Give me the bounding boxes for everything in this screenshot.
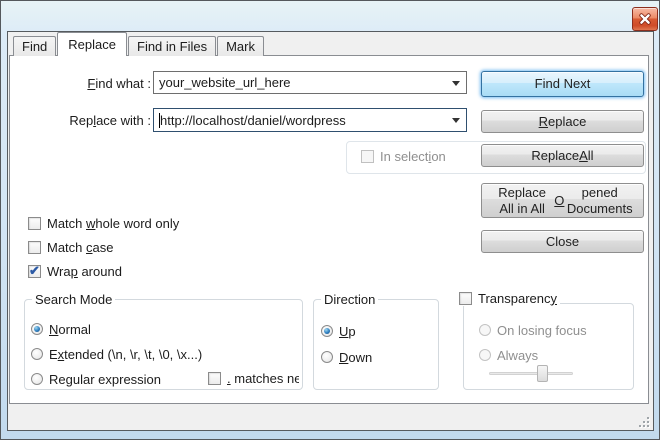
in-selection-checkbox xyxy=(361,150,374,163)
match-whole-word-label: Match whole word only xyxy=(47,216,179,231)
dropdown-arrow-icon[interactable] xyxy=(452,118,460,123)
find-what-combobox[interactable]: your_website_url_here xyxy=(153,71,467,94)
replace-all-button[interactable]: Replace All xyxy=(481,144,644,167)
match-whole-word-row: Match whole word only xyxy=(28,215,179,231)
tab-mark[interactable]: Mark xyxy=(217,36,264,56)
always-radio xyxy=(479,349,491,361)
dropdown-arrow-icon[interactable] xyxy=(452,81,460,86)
close-button[interactable] xyxy=(632,7,658,31)
extended-label: Extended (\n, \r, \t, \0, \x...) xyxy=(49,347,202,362)
wrap-around-row: Wrap around xyxy=(28,263,122,279)
slider-track xyxy=(489,372,573,375)
match-case-row: Match case xyxy=(28,239,113,255)
tab-find[interactable]: Find xyxy=(13,36,56,56)
tab-replace[interactable]: Replace xyxy=(57,32,127,56)
on-losing-focus-radio xyxy=(479,324,491,336)
regex-label: Regular expression xyxy=(49,372,161,387)
replace-button[interactable]: Replace xyxy=(481,110,644,133)
replace-with-combobox[interactable]: http://localhost/daniel/wordpress xyxy=(153,108,467,132)
dot-matches-newline-checkbox[interactable] xyxy=(208,372,221,385)
search-mode-regex-row: Regular expression xyxy=(31,371,161,387)
on-losing-focus-label: On losing focus xyxy=(497,323,587,338)
search-mode-normal-row: Normal xyxy=(31,321,91,337)
down-radio[interactable] xyxy=(321,351,333,363)
replace-with-value: http://localhost/daniel/wordpress xyxy=(160,113,346,128)
resize-grip[interactable] xyxy=(637,415,653,431)
tab-bar: Find Replace Find in Files Mark xyxy=(13,32,265,56)
in-selection-label: In selection xyxy=(380,149,446,164)
direction-up-row: Up xyxy=(321,323,356,339)
search-mode-extended-row: Extended (\n, \r, \t, \0, \x...) xyxy=(31,346,202,362)
search-mode-group-label: Search Mode xyxy=(32,292,115,308)
always-label: Always xyxy=(497,348,538,363)
normal-label: Normal xyxy=(49,322,91,337)
close-icon xyxy=(639,13,651,25)
tab-find-in-files[interactable]: Find in Files xyxy=(128,36,216,56)
match-case-label: Match case xyxy=(47,240,113,255)
transparency-checkbox[interactable] xyxy=(459,292,472,305)
transparency-row: Transparency xyxy=(456,290,560,306)
replace-with-label: Replace with : xyxy=(21,113,151,129)
direction-group-label: Direction xyxy=(321,292,378,308)
replace-dialog-window: Find Replace Find in Files Mark Find wha… xyxy=(0,0,660,440)
slider-thumb xyxy=(537,365,548,382)
dot-matches-newline-label: . matches newlin xyxy=(227,371,299,386)
in-selection-row: In selection xyxy=(361,148,446,164)
transparency-label: Transparency xyxy=(478,291,557,306)
find-next-button[interactable]: Find Next xyxy=(481,71,644,97)
up-radio[interactable] xyxy=(321,325,333,337)
find-what-value: your_website_url_here xyxy=(159,75,291,90)
regex-radio[interactable] xyxy=(31,373,43,385)
normal-radio[interactable] xyxy=(31,323,43,335)
wrap-around-checkbox[interactable] xyxy=(28,265,41,278)
transparency-slider xyxy=(489,365,573,382)
extended-radio[interactable] xyxy=(31,348,43,360)
wrap-around-label: Wrap around xyxy=(47,264,122,279)
on-losing-focus-row: On losing focus xyxy=(479,322,587,338)
resize-grip-icon xyxy=(637,415,653,431)
up-label: Up xyxy=(339,324,356,339)
direction-group: Direction xyxy=(313,299,439,390)
replace-all-opened-button[interactable]: Replace All in All Opened Documents xyxy=(481,183,644,218)
direction-down-row: Down xyxy=(321,349,372,365)
match-whole-word-checkbox[interactable] xyxy=(28,217,41,230)
find-what-label: Find what : xyxy=(31,76,151,92)
close-dialog-button[interactable]: Close xyxy=(481,230,644,253)
match-case-checkbox[interactable] xyxy=(28,241,41,254)
always-row: Always xyxy=(479,347,538,363)
down-label: Down xyxy=(339,350,372,365)
dot-matches-newline-row: . matches newlin xyxy=(208,370,299,386)
